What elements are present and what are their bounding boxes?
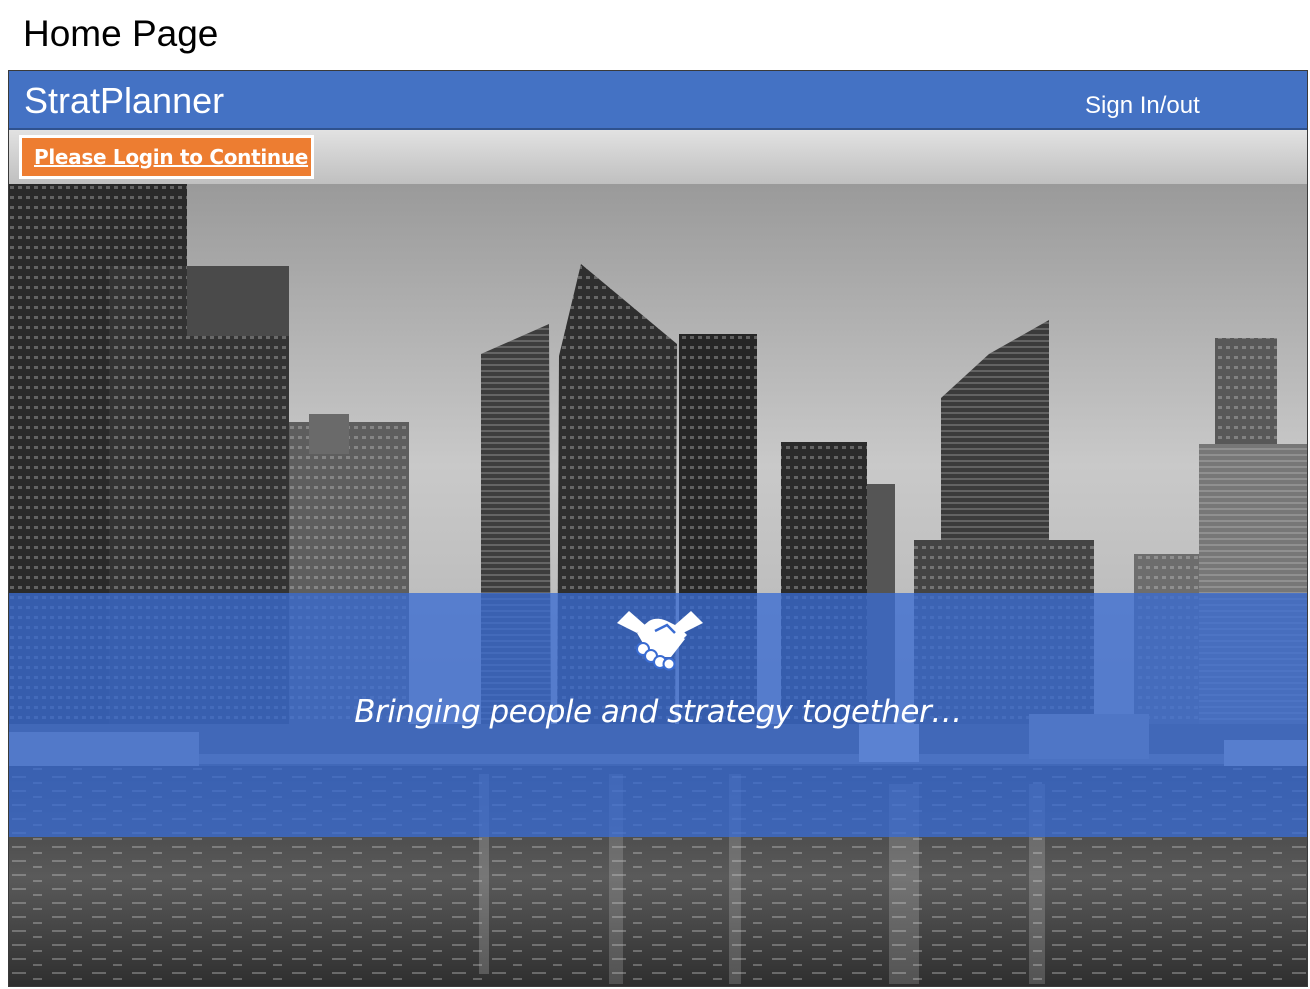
brand-title: StratPlanner	[24, 80, 225, 121]
sign-in-out-link[interactable]: Sign In/out	[1085, 92, 1200, 119]
app-window: StratPlanner Sign In/out Please Login to…	[8, 70, 1308, 987]
page-heading: Home Page	[23, 13, 219, 54]
handshake-icon	[617, 611, 703, 671]
tagline-banner: Bringing people and strategy together…	[9, 593, 1307, 837]
top-navbar: StratPlanner Sign In/out	[9, 71, 1307, 130]
hero-section: Bringing people and strategy together…	[9, 184, 1307, 986]
tagline-text: Bringing people and strategy together…	[354, 694, 962, 730]
login-button[interactable]: Please Login to Continue	[19, 135, 314, 179]
notice-bar: Please Login to Continue	[9, 130, 1307, 184]
city-skyline-image	[9, 184, 1307, 986]
